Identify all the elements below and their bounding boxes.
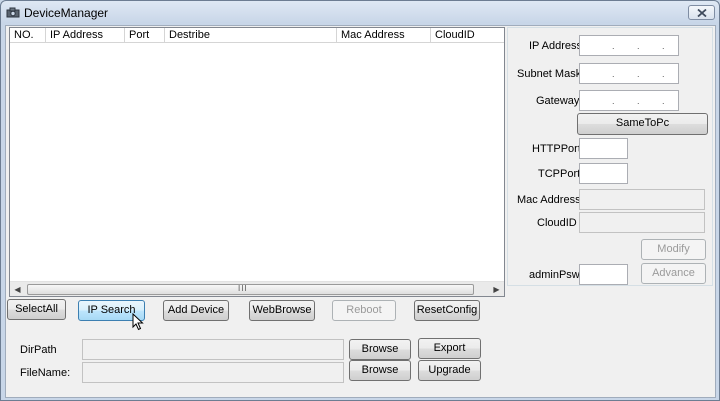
ip-dot: . bbox=[612, 96, 615, 106]
close-icon bbox=[697, 9, 707, 17]
column-header-mac-address[interactable]: Mac Address bbox=[337, 28, 431, 43]
device-list[interactable]: NO. IP Address Port Destribe Mac Address… bbox=[9, 27, 505, 297]
http-port-label: HTTPPort bbox=[532, 143, 581, 155]
file-name-label: FileName: bbox=[20, 367, 71, 379]
window-title: DeviceManager bbox=[24, 6, 109, 20]
upgrade-button[interactable]: Upgrade bbox=[418, 360, 481, 381]
column-header-port[interactable]: Port bbox=[125, 28, 165, 43]
ip-address-label: IP Address bbox=[529, 40, 582, 52]
ip-address-input[interactable]: . . . bbox=[579, 35, 679, 56]
advance-button[interactable]: Advance bbox=[641, 263, 706, 284]
add-device-button[interactable]: Add Device bbox=[163, 300, 229, 321]
admin-password-label: adminPsw bbox=[529, 269, 580, 281]
mac-address-label: Mac Address bbox=[517, 194, 581, 206]
gateway-input[interactable]: . . . bbox=[579, 90, 679, 111]
scroll-left-arrow-icon[interactable]: ◀ bbox=[10, 282, 25, 297]
same-to-pc-button[interactable]: SameToPc bbox=[577, 113, 708, 135]
cloud-id-field bbox=[579, 212, 705, 233]
column-header-no[interactable]: NO. bbox=[10, 28, 46, 43]
column-header-describe[interactable]: Destribe bbox=[165, 28, 337, 43]
dir-path-label: DirPath bbox=[20, 344, 57, 356]
ip-dot: . bbox=[662, 41, 665, 51]
list-body[interactable] bbox=[10, 44, 504, 281]
tcp-port-input[interactable] bbox=[579, 163, 628, 184]
tcp-port-label: TCPPort bbox=[538, 168, 581, 180]
select-all-button[interactable]: SelectAll bbox=[7, 299, 66, 320]
web-browse-button[interactable]: WebBrowse bbox=[249, 300, 315, 321]
reboot-button[interactable]: Reboot bbox=[332, 300, 396, 321]
scrollbar-thumb[interactable]: III bbox=[27, 284, 474, 295]
dir-path-field[interactable] bbox=[82, 339, 344, 360]
camera-app-icon bbox=[6, 7, 20, 18]
scrollbar-grip: III bbox=[238, 284, 248, 293]
dir-browse-button[interactable]: Browse bbox=[349, 339, 411, 360]
file-browse-button[interactable]: Browse bbox=[349, 360, 411, 381]
ip-dot: . bbox=[637, 69, 640, 79]
ip-dot: . bbox=[662, 69, 665, 79]
close-button[interactable] bbox=[688, 5, 715, 20]
column-header-cloud-id[interactable]: CloudID bbox=[431, 28, 504, 43]
mac-address-field bbox=[579, 189, 705, 210]
mouse-cursor-icon bbox=[132, 313, 144, 331]
device-settings-panel: IP Address . . . Subnet Mask . . . Gatew… bbox=[507, 27, 713, 286]
admin-password-input[interactable] bbox=[579, 264, 628, 285]
ip-dot: . bbox=[637, 41, 640, 51]
device-manager-window: DeviceManager NO. IP Address Port Destri… bbox=[0, 0, 720, 401]
ip-dot: . bbox=[662, 96, 665, 106]
file-name-field[interactable] bbox=[82, 362, 344, 383]
ip-dot: . bbox=[637, 96, 640, 106]
list-header: NO. IP Address Port Destribe Mac Address… bbox=[10, 28, 504, 43]
horizontal-scrollbar[interactable]: ◀ III ▶ bbox=[10, 281, 504, 296]
ip-dot: . bbox=[612, 69, 615, 79]
column-header-ip-address[interactable]: IP Address bbox=[46, 28, 125, 43]
ip-dot: . bbox=[612, 41, 615, 51]
client-area: NO. IP Address Port Destribe Mac Address… bbox=[5, 25, 716, 398]
subnet-mask-input[interactable]: . . . bbox=[579, 63, 679, 84]
cloud-id-label: CloudID bbox=[537, 217, 577, 229]
reset-config-button[interactable]: ResetConfig bbox=[414, 300, 480, 321]
modify-button[interactable]: Modify bbox=[641, 239, 706, 260]
gateway-label: Gateway bbox=[536, 95, 580, 107]
subnet-mask-label: Subnet Mask bbox=[517, 68, 582, 80]
scroll-right-arrow-icon[interactable]: ▶ bbox=[489, 282, 504, 297]
title-bar[interactable]: DeviceManager bbox=[1, 1, 719, 25]
export-button[interactable]: Export bbox=[418, 338, 481, 359]
http-port-input[interactable] bbox=[579, 138, 628, 159]
